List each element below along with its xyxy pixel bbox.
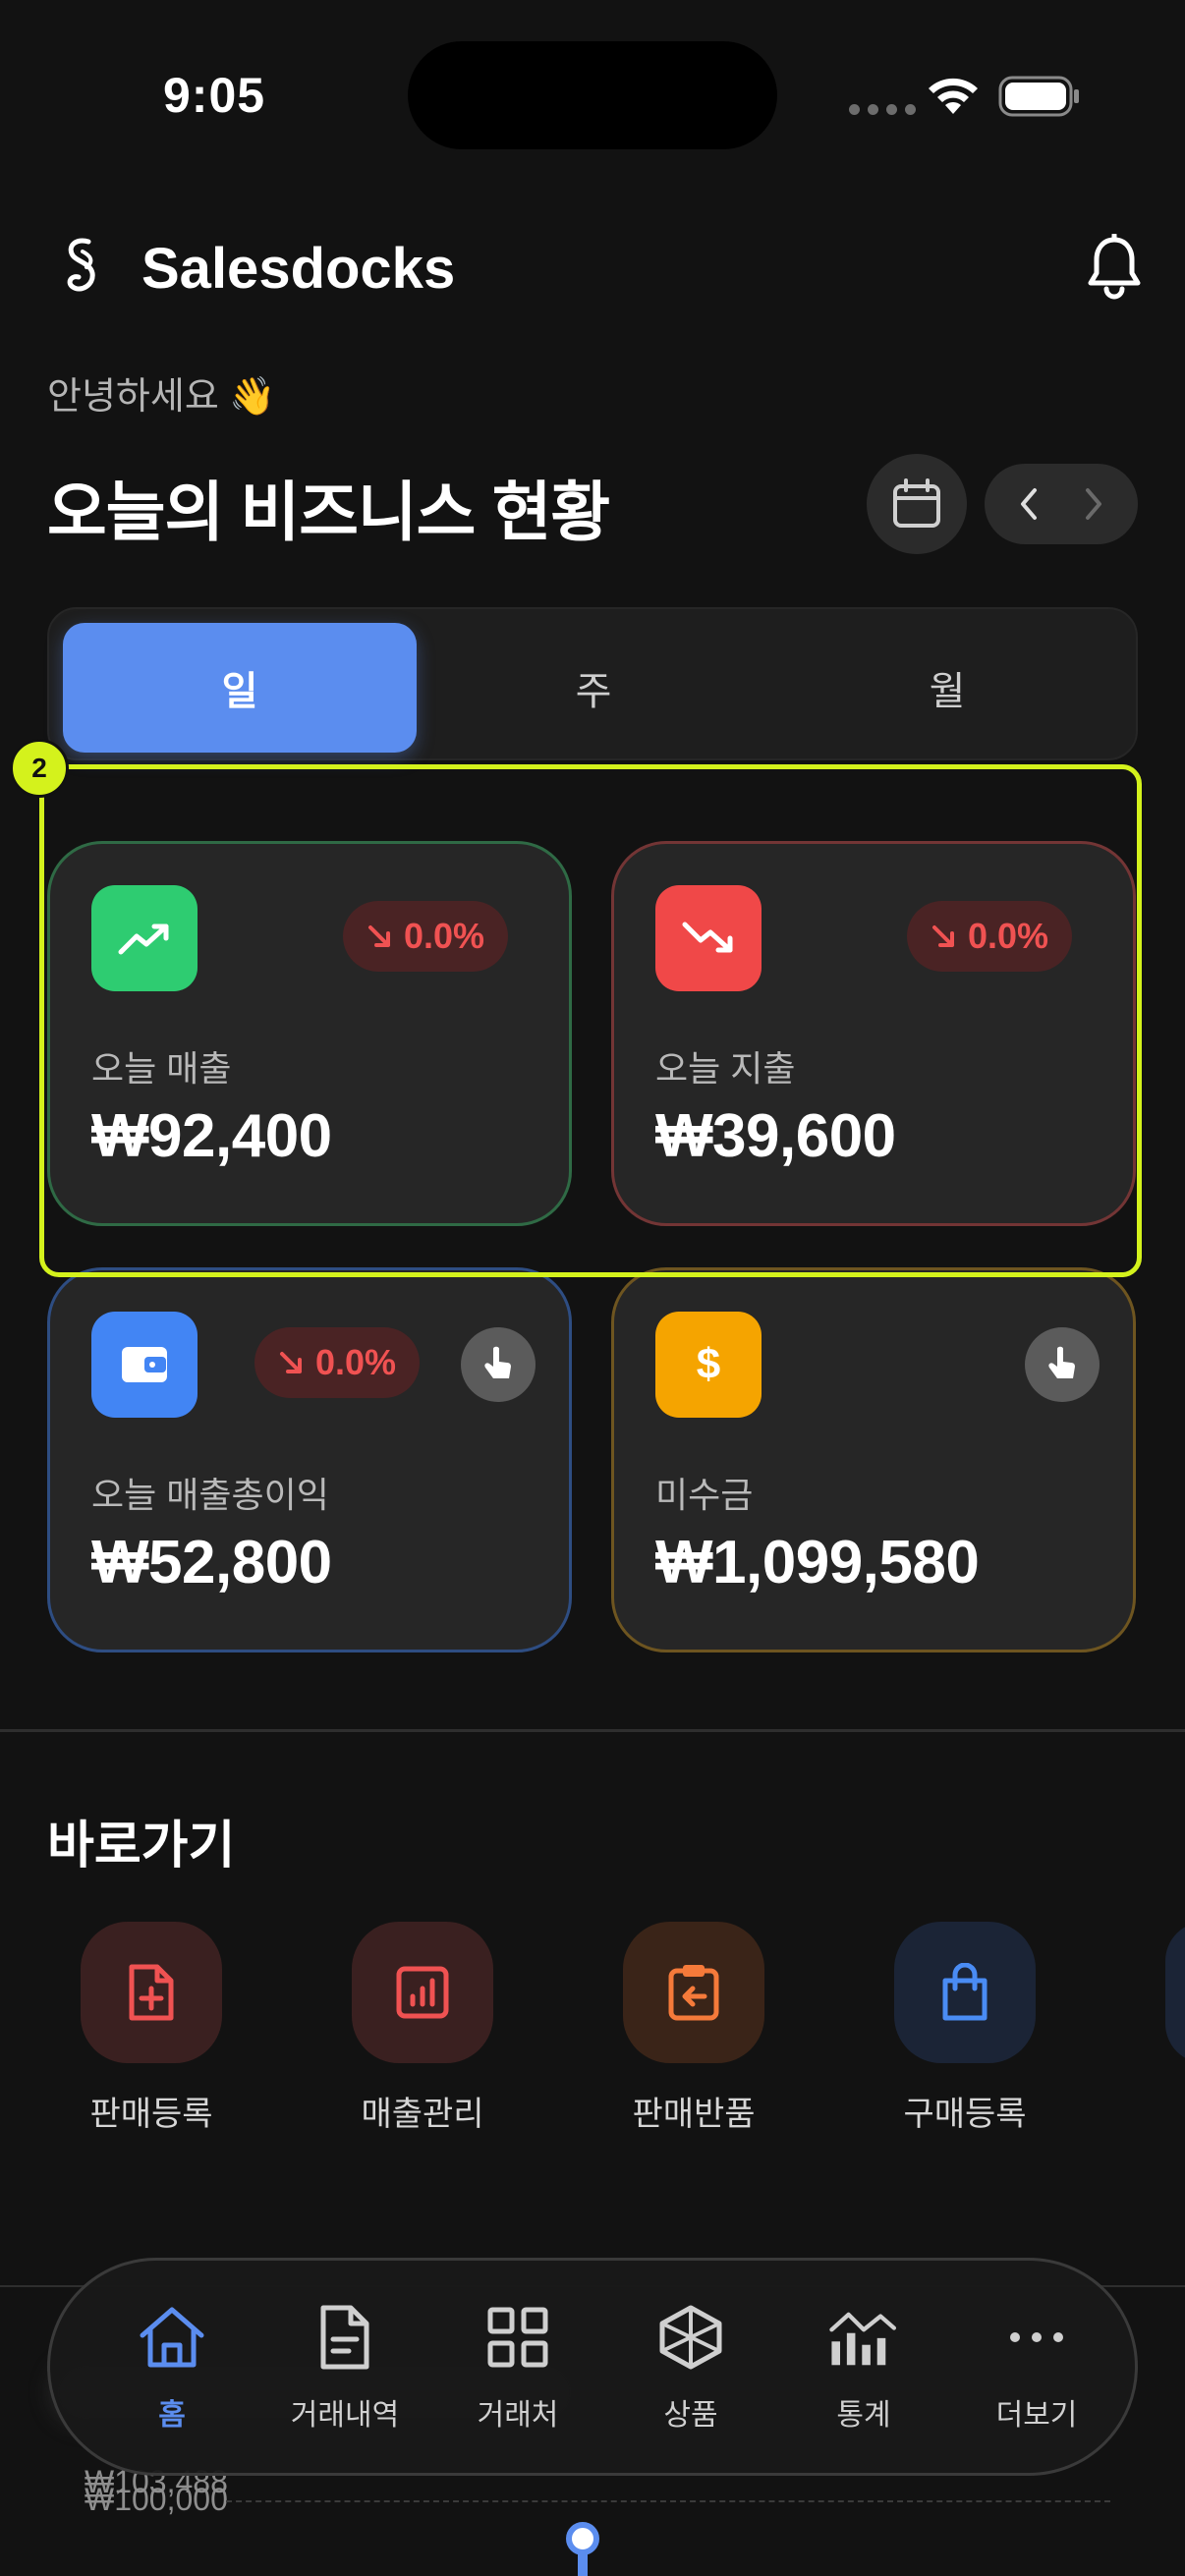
- box-icon: [655, 2302, 726, 2373]
- gross-profit-card[interactable]: 0.0% 오늘 매출총이익 ₩52,800: [47, 1267, 572, 1652]
- tap-hint-button[interactable]: [1025, 1327, 1100, 1402]
- tab-label: 더보기: [995, 2399, 1078, 2432]
- shortcut-overflow: [1165, 1922, 1185, 2063]
- shortcut-sales-return[interactable]: 판매반품: [595, 1922, 792, 2148]
- shortcut-purchase-register[interactable]: 구매등록: [867, 1922, 1063, 2148]
- card-label: 오늘 매출총이익: [91, 1475, 329, 1515]
- trending-down-icon: [655, 885, 762, 991]
- period-segment: 일 주 월: [47, 607, 1138, 760]
- card-label: 오늘 매출: [91, 1048, 232, 1089]
- stats-icon: [828, 2302, 899, 2373]
- clipboard-return-icon: [623, 1922, 764, 2063]
- change-value: 0.0%: [968, 916, 1049, 956]
- sales-card[interactable]: 0.0% 오늘 매출 ₩92,400: [47, 841, 572, 1226]
- dynamic-island: [408, 41, 777, 149]
- tab-transactions[interactable]: 거래내역: [258, 2302, 431, 2439]
- change-badge: 0.0%: [907, 901, 1073, 972]
- app-title: Salesdocks: [141, 237, 456, 301]
- arrow-down-right-icon: [368, 925, 390, 947]
- calendar-icon: [893, 478, 940, 528]
- bell-icon[interactable]: [1085, 234, 1144, 301]
- hand-tap-icon: [484, 1346, 511, 1378]
- shortcut-label: 구매등록: [903, 2096, 1027, 2133]
- app-header: Salesdocks: [0, 226, 1185, 310]
- salesdocks-logo-icon: [67, 238, 95, 292]
- chart-marker-icon: [566, 2522, 599, 2576]
- document-icon: [310, 2302, 380, 2373]
- shopping-bag-icon: [894, 1922, 1036, 2063]
- file-plus-icon: [81, 1922, 222, 2063]
- bottom-tab-bar: 홈 거래내역 거래처 상품 통계 더보기: [47, 2258, 1138, 2476]
- change-badge: 0.0%: [254, 1327, 421, 1398]
- tab-clients[interactable]: 거래처: [431, 2302, 604, 2439]
- change-value: 0.0%: [315, 1342, 397, 1382]
- tab-week[interactable]: 주: [417, 623, 770, 753]
- chart-value-label: ₩100,000: [85, 2482, 228, 2517]
- wallet-icon: [91, 1312, 198, 1418]
- next-date-button[interactable]: [1069, 479, 1118, 529]
- section-divider: [0, 1729, 1185, 1732]
- tab-month[interactable]: 월: [770, 623, 1124, 753]
- receivables-card[interactable]: $ 미수금 ₩1,099,580: [611, 1267, 1136, 1652]
- shortcut-label: 판매반품: [632, 2096, 756, 2133]
- card-label: 오늘 지출: [655, 1048, 796, 1089]
- tab-statistics[interactable]: 통계: [777, 2302, 950, 2439]
- tab-more[interactable]: 더보기: [950, 2302, 1123, 2439]
- dollar-icon: $: [655, 1312, 762, 1418]
- status-time: 9:05: [163, 68, 266, 123]
- shortcut-sales-register[interactable]: 판매등록: [53, 1922, 250, 2148]
- signal-icon: [849, 104, 916, 115]
- tab-label: 상품: [663, 2399, 718, 2432]
- chevron-right-icon: [1086, 488, 1101, 520]
- more-icon: [1001, 2302, 1072, 2373]
- change-value: 0.0%: [404, 916, 485, 956]
- page-title: 오늘의 비즈니스 현황: [47, 476, 610, 548]
- wifi-icon: [929, 78, 978, 114]
- card-value: ₩39,600: [655, 1102, 896, 1170]
- battery-icon: [998, 76, 1079, 117]
- greeting-text: 안녕하세요 👋: [47, 376, 276, 418]
- shortcut-sales-management[interactable]: 매출관리: [324, 1922, 521, 2148]
- tab-label: 통계: [836, 2399, 891, 2432]
- shortcut-label: 매출관리: [361, 2096, 484, 2133]
- change-badge: 0.0%: [343, 901, 509, 972]
- expense-card[interactable]: 0.0% 오늘 지출 ₩39,600: [611, 841, 1136, 1226]
- tab-home[interactable]: 홈: [85, 2302, 258, 2439]
- arrow-down-right-icon: [280, 1352, 302, 1373]
- date-nav: [985, 464, 1138, 544]
- chart-dashed-line: [226, 2500, 1110, 2502]
- shortcut-label: 판매등록: [89, 2096, 213, 2133]
- home-icon: [137, 2302, 207, 2373]
- hand-tap-icon: [1048, 1346, 1075, 1378]
- card-value: ₩92,400: [91, 1102, 332, 1170]
- card-value: ₩1,099,580: [655, 1529, 980, 1596]
- card-label: 미수금: [655, 1475, 754, 1515]
- tab-label: 거래내역: [290, 2399, 400, 2432]
- report-chart-icon: [352, 1922, 493, 2063]
- trending-up-icon: [91, 885, 198, 991]
- calendar-button[interactable]: [867, 454, 967, 554]
- tap-hint-button[interactable]: [461, 1327, 536, 1402]
- status-bar: 9:05: [0, 0, 1185, 187]
- grid-icon: [482, 2302, 553, 2373]
- card-value: ₩52,800: [91, 1529, 332, 1596]
- tab-products[interactable]: 상품: [604, 2302, 777, 2439]
- tab-day[interactable]: 일: [63, 623, 417, 753]
- shortcuts-title: 바로가기: [47, 1818, 236, 1875]
- tab-label: 홈: [158, 2399, 186, 2432]
- prev-date-button[interactable]: [1004, 479, 1053, 529]
- highlight-badge: 2: [10, 739, 69, 798]
- chevron-left-icon: [1021, 488, 1037, 520]
- tab-label: 거래처: [477, 2399, 559, 2432]
- arrow-down-right-icon: [932, 925, 954, 947]
